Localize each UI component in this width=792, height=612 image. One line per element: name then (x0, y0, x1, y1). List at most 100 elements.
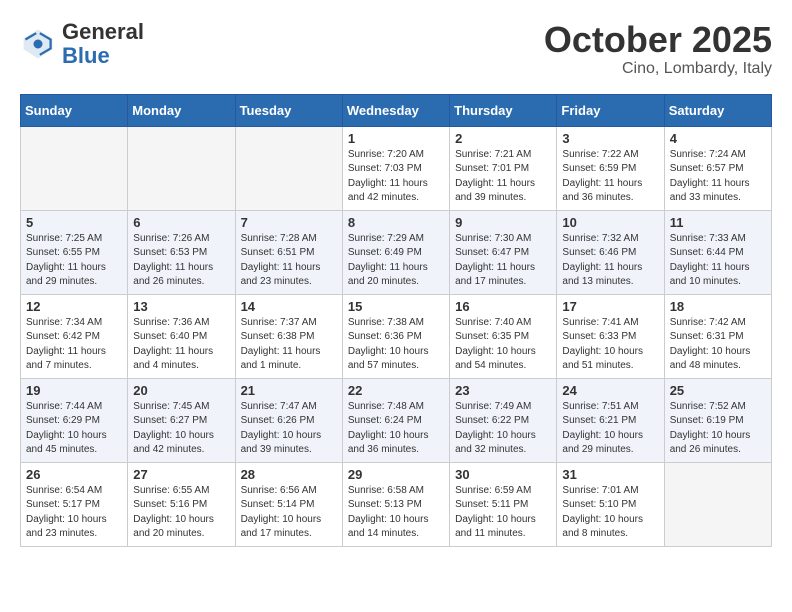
day-info: Sunrise: 7:21 AM Sunset: 7:01 PM Dayligh… (455, 148, 551, 206)
logo: General Blue (20, 20, 144, 68)
day-number: 26 (26, 467, 122, 482)
day-number: 3 (562, 131, 658, 146)
calendar-cell: 6 Sunrise: 7:26 AM Sunset: 6:53 PM Daylig… (128, 210, 235, 294)
day-info: Sunrise: 7:47 AM Sunset: 6:26 PM Dayligh… (241, 400, 337, 458)
calendar-week-3: 12Sunrise: 7:34 AM Sunset: 6:42 PM Dayli… (21, 294, 772, 378)
day-info: Sunrise: 6:58 AM Sunset: 5:13 PM Dayligh… (348, 484, 444, 542)
day-info: Sunrise: 7:30 AM Sunset: 6:47 PM Dayligh… (455, 232, 551, 290)
calendar-cell: 21 Sunrise: 7:47 AM Sunset: 6:26 PM Dayli… (235, 378, 342, 462)
calendar-header-thursday: Thursday (450, 94, 557, 126)
calendar-week-5: 26 Sunrise: 6:54 AM Sunset: 5:17 PM Dayli… (21, 462, 772, 546)
page-header: General Blue October 2025 Cino, Lombardy… (20, 20, 772, 78)
calendar-cell: 18 Sunrise: 7:42 AM Sunset: 6:31 PM Dayli… (664, 294, 771, 378)
calendar-cell: 23Sunrise: 7:49 AM Sunset: 6:22 PM Dayli… (450, 378, 557, 462)
day-info: Sunrise: 7:01 AM Sunset: 5:10 PM Dayligh… (562, 484, 658, 542)
day-number: 2 (455, 131, 551, 146)
day-number: 5 (26, 215, 122, 230)
calendar-cell (128, 126, 235, 210)
day-info: Sunrise: 7:45 AM Sunset: 6:27 PM Dayligh… (133, 400, 229, 458)
calendar-header-wednesday: Wednesday (342, 94, 449, 126)
calendar-week-2: 5 Sunrise: 7:25 AM Sunset: 6:55 PM Daylig… (21, 210, 772, 294)
day-info: Sunrise: 7:20 AM Sunset: 7:03 PM Dayligh… (348, 148, 444, 206)
day-info: Sunrise: 7:33 AM Sunset: 6:44 PM Dayligh… (670, 232, 766, 290)
day-number: 31 (562, 467, 658, 482)
day-info: Sunrise: 7:25 AM Sunset: 6:55 PM Dayligh… (26, 232, 122, 290)
day-number: 11 (670, 215, 766, 230)
day-number: 7 (241, 215, 337, 230)
day-number: 28 (241, 467, 337, 482)
calendar-cell: 20 Sunrise: 7:45 AM Sunset: 6:27 PM Dayli… (128, 378, 235, 462)
day-info: Sunrise: 7:44 AM Sunset: 6:29 PM Dayligh… (26, 400, 122, 458)
calendar-week-4: 19 Sunrise: 7:44 AM Sunset: 6:29 PM Dayli… (21, 378, 772, 462)
day-info: Sunrise: 6:56 AM Sunset: 5:14 PM Dayligh… (241, 484, 337, 542)
day-number: 23 (455, 383, 551, 398)
calendar-cell: 16 Sunrise: 7:40 AM Sunset: 6:35 PM Dayli… (450, 294, 557, 378)
day-number: 29 (348, 467, 444, 482)
day-info: Sunrise: 6:55 AM Sunset: 5:16 PM Dayligh… (133, 484, 229, 542)
day-info: Sunrise: 7:34 AM Sunset: 6:42 PM Dayligh… (26, 316, 122, 374)
calendar-cell: 30Sunrise: 6:59 AM Sunset: 5:11 PM Dayli… (450, 462, 557, 546)
calendar-header-tuesday: Tuesday (235, 94, 342, 126)
calendar-cell: 19 Sunrise: 7:44 AM Sunset: 6:29 PM Dayli… (21, 378, 128, 462)
day-info: Sunrise: 7:24 AM Sunset: 6:57 PM Dayligh… (670, 148, 766, 206)
day-number: 10 (562, 215, 658, 230)
day-number: 19 (26, 383, 122, 398)
day-info: Sunrise: 7:32 AM Sunset: 6:46 PM Dayligh… (562, 232, 658, 290)
logo-icon (20, 26, 56, 62)
day-number: 18 (670, 299, 766, 314)
day-number: 24 (562, 383, 658, 398)
calendar-cell: 10 Sunrise: 7:32 AM Sunset: 6:46 PM Dayli… (557, 210, 664, 294)
day-number: 30 (455, 467, 551, 482)
calendar-cell: 25 Sunrise: 7:52 AM Sunset: 6:19 PM Dayli… (664, 378, 771, 462)
calendar-cell: 2 Sunrise: 7:21 AM Sunset: 7:01 PM Daylig… (450, 126, 557, 210)
calendar-cell: 17Sunrise: 7:41 AM Sunset: 6:33 PM Dayli… (557, 294, 664, 378)
day-number: 4 (670, 131, 766, 146)
calendar-cell: 3Sunrise: 7:22 AM Sunset: 6:59 PM Daylig… (557, 126, 664, 210)
day-info: Sunrise: 7:38 AM Sunset: 6:36 PM Dayligh… (348, 316, 444, 374)
calendar-cell: 9 Sunrise: 7:30 AM Sunset: 6:47 PM Daylig… (450, 210, 557, 294)
day-number: 6 (133, 215, 229, 230)
month-info: October 2025 Cino, Lombardy, Italy (544, 20, 772, 78)
day-number: 17 (562, 299, 658, 314)
day-info: Sunrise: 7:48 AM Sunset: 6:24 PM Dayligh… (348, 400, 444, 458)
calendar-cell: 13Sunrise: 7:36 AM Sunset: 6:40 PM Dayli… (128, 294, 235, 378)
calendar-week-1: 1 Sunrise: 7:20 AM Sunset: 7:03 PM Daylig… (21, 126, 772, 210)
calendar-cell: 22Sunrise: 7:48 AM Sunset: 6:24 PM Dayli… (342, 378, 449, 462)
calendar-cell: 8Sunrise: 7:29 AM Sunset: 6:49 PM Daylig… (342, 210, 449, 294)
calendar-cell: 24 Sunrise: 7:51 AM Sunset: 6:21 PM Dayli… (557, 378, 664, 462)
calendar-header-row: SundayMondayTuesdayWednesdayThursdayFrid… (21, 94, 772, 126)
day-number: 25 (670, 383, 766, 398)
day-info: Sunrise: 7:51 AM Sunset: 6:21 PM Dayligh… (562, 400, 658, 458)
calendar-cell: 14Sunrise: 7:37 AM Sunset: 6:38 PM Dayli… (235, 294, 342, 378)
day-info: Sunrise: 7:52 AM Sunset: 6:19 PM Dayligh… (670, 400, 766, 458)
calendar-header-sunday: Sunday (21, 94, 128, 126)
calendar-header-friday: Friday (557, 94, 664, 126)
calendar-cell: 15Sunrise: 7:38 AM Sunset: 6:36 PM Dayli… (342, 294, 449, 378)
location: Cino, Lombardy, Italy (544, 60, 772, 78)
calendar-cell (664, 462, 771, 546)
day-info: Sunrise: 7:42 AM Sunset: 6:31 PM Dayligh… (670, 316, 766, 374)
day-info: Sunrise: 7:40 AM Sunset: 6:35 PM Dayligh… (455, 316, 551, 374)
logo-general: General (62, 19, 144, 44)
day-number: 21 (241, 383, 337, 398)
calendar-cell (235, 126, 342, 210)
calendar-cell: 12Sunrise: 7:34 AM Sunset: 6:42 PM Dayli… (21, 294, 128, 378)
day-number: 13 (133, 299, 229, 314)
calendar-cell: 1 Sunrise: 7:20 AM Sunset: 7:03 PM Daylig… (342, 126, 449, 210)
logo-blue: Blue (62, 43, 110, 68)
day-number: 1 (348, 131, 444, 146)
calendar-cell: 29 Sunrise: 6:58 AM Sunset: 5:13 PM Dayli… (342, 462, 449, 546)
day-info: Sunrise: 7:26 AM Sunset: 6:53 PM Dayligh… (133, 232, 229, 290)
calendar-cell: 5 Sunrise: 7:25 AM Sunset: 6:55 PM Daylig… (21, 210, 128, 294)
calendar-cell: 26 Sunrise: 6:54 AM Sunset: 5:17 PM Dayli… (21, 462, 128, 546)
calendar-cell (21, 126, 128, 210)
day-number: 8 (348, 215, 444, 230)
day-info: Sunrise: 7:37 AM Sunset: 6:38 PM Dayligh… (241, 316, 337, 374)
day-info: Sunrise: 6:54 AM Sunset: 5:17 PM Dayligh… (26, 484, 122, 542)
day-number: 27 (133, 467, 229, 482)
calendar-header-monday: Monday (128, 94, 235, 126)
calendar-cell: 27 Sunrise: 6:55 AM Sunset: 5:16 PM Dayli… (128, 462, 235, 546)
day-number: 20 (133, 383, 229, 398)
day-number: 9 (455, 215, 551, 230)
day-number: 16 (455, 299, 551, 314)
